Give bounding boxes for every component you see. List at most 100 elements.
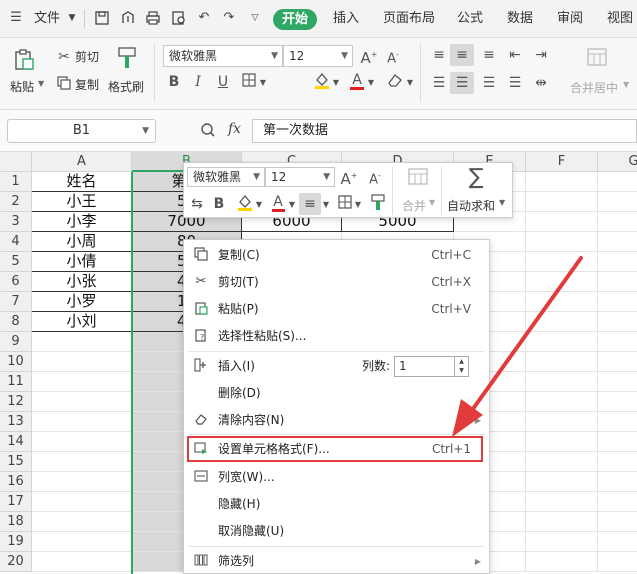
row-header[interactable]: 7 — [0, 292, 32, 312]
menu-item-paste-special[interactable]: ? 选择性粘贴(S)... — [184, 323, 489, 350]
scissors-icon[interactable]: ✂ — [56, 48, 72, 65]
menu-item-insert[interactable]: 插入(I) 列数: 1 ▲ ▼ — [184, 353, 489, 380]
menu-item-clear[interactable]: 清除内容(N) ▶ — [184, 407, 489, 434]
cell-a3[interactable]: 小李 — [32, 212, 132, 232]
cell-g15[interactable] — [598, 452, 637, 472]
cell-a4[interactable]: 小周 — [32, 232, 132, 252]
formula-input[interactable]: 第一次数据 — [252, 119, 637, 143]
select-all-corner[interactable] — [0, 152, 32, 172]
mini-font-color-chevron-icon[interactable]: ▼ — [287, 196, 297, 214]
row-header[interactable]: 12 — [0, 392, 32, 412]
row-header[interactable]: 17 — [0, 492, 32, 512]
cell-g11[interactable] — [598, 372, 637, 392]
mini-font-size-select[interactable]: 12 ▼ — [265, 167, 335, 187]
align-bottom-icon[interactable]: ≡ — [480, 46, 498, 64]
cell-g12[interactable] — [598, 392, 637, 412]
align-center-icon[interactable]: ☰ — [453, 74, 471, 92]
paste-icon[interactable] — [12, 48, 36, 72]
decrease-font-icon[interactable]: A- — [384, 46, 402, 68]
mini-format-painter-icon[interactable] — [369, 193, 387, 216]
row-header[interactable]: 14 — [0, 432, 32, 452]
cell-a7[interactable]: 小罗 — [32, 292, 132, 312]
column-header-g[interactable]: G — [598, 152, 637, 172]
cell-a14[interactable] — [32, 432, 132, 452]
justify-icon[interactable]: ☰ — [506, 74, 524, 92]
distributed-icon[interactable]: ⇹ — [532, 74, 550, 92]
export-icon[interactable] — [120, 10, 136, 26]
tab-insert[interactable]: 插入 — [333, 9, 359, 29]
quick-access-chevron-icon[interactable]: ▽ — [247, 10, 263, 26]
mini-merge-button[interactable]: 合并 — [402, 197, 426, 214]
align-middle-icon[interactable]: ≡ — [453, 46, 471, 64]
eraser-icon[interactable] — [386, 72, 404, 93]
cell-g7[interactable] — [598, 292, 637, 312]
mini-merge-chevron-icon[interactable]: ▼ — [429, 198, 435, 207]
mini-autosum-chevron-icon[interactable]: ▼ — [499, 198, 505, 207]
cell-a20[interactable] — [32, 552, 132, 572]
cell-f18[interactable] — [526, 512, 598, 532]
borders-chevron-icon[interactable]: ▼ — [258, 74, 268, 92]
paste-button[interactable]: 粘贴 — [10, 78, 34, 95]
tab-home[interactable]: 开始 — [273, 9, 317, 30]
file-menu[interactable]: 文件 — [34, 9, 60, 29]
spinner-icon[interactable]: ▲ ▼ — [454, 357, 468, 376]
cell-f7[interactable] — [526, 292, 598, 312]
mini-borders-chevron-icon[interactable]: ▼ — [353, 196, 363, 214]
tab-formulas[interactable]: 公式 — [457, 9, 483, 29]
merge-center-icon[interactable] — [586, 46, 608, 68]
cell-f20[interactable] — [526, 552, 598, 572]
menu-item-column-width[interactable]: 列宽(W)... — [184, 464, 489, 491]
mini-borders-icon[interactable] — [337, 195, 353, 214]
column-count-input[interactable]: 1 ▲ ▼ — [394, 356, 469, 377]
cell-g6[interactable] — [598, 272, 637, 292]
cell-g13[interactable] — [598, 412, 637, 432]
cell-a2[interactable]: 小王 — [32, 192, 132, 212]
merge-center-button[interactable]: 合并居中 — [570, 79, 618, 96]
menu-item-paste[interactable]: 粘贴(P) Ctrl+V — [184, 296, 489, 323]
cell-a5[interactable]: 小倩 — [32, 252, 132, 272]
cell-f19[interactable] — [526, 532, 598, 552]
cell-f12[interactable] — [526, 392, 598, 412]
mini-font-name-select[interactable]: 微软雅黑 ▼ — [187, 167, 265, 187]
align-left-icon[interactable]: ☰ — [430, 74, 448, 92]
fill-color-icon[interactable] — [313, 71, 331, 94]
fx-icon[interactable]: fx — [228, 121, 241, 137]
column-header-f[interactable]: F — [526, 152, 598, 172]
cell-g18[interactable] — [598, 512, 637, 532]
cell-g8[interactable] — [598, 312, 637, 332]
increase-font-icon[interactable]: A+ — [360, 46, 378, 67]
cell-a10[interactable] — [32, 352, 132, 372]
row-header[interactable]: 15 — [0, 452, 32, 472]
format-painter-icon[interactable] — [116, 46, 138, 70]
cell-f10[interactable] — [526, 352, 598, 372]
row-header[interactable]: 11 — [0, 372, 32, 392]
menu-item-copy[interactable]: 复制(C) Ctrl+C — [184, 242, 489, 269]
paste-chevron-icon[interactable]: ▼ — [38, 79, 44, 88]
mini-autosum-button[interactable]: 自动求和 — [447, 197, 495, 214]
cell-g4[interactable] — [598, 232, 637, 252]
cell-f4[interactable] — [526, 232, 598, 252]
cell-a15[interactable] — [32, 452, 132, 472]
mini-decrease-font-icon[interactable]: A- — [366, 167, 384, 189]
cell-g2[interactable] — [598, 192, 637, 212]
cell-f2[interactable] — [526, 192, 598, 212]
cell-f11[interactable] — [526, 372, 598, 392]
menu-item-hide[interactable]: 隐藏(H) — [184, 491, 489, 518]
row-header[interactable]: 19 — [0, 532, 32, 552]
cell-g10[interactable] — [598, 352, 637, 372]
tab-view[interactable]: 视图 — [607, 9, 633, 29]
name-box[interactable]: B1 ▼ — [7, 119, 156, 143]
row-header[interactable]: 6 — [0, 272, 32, 292]
cell-f5[interactable] — [526, 252, 598, 272]
cell-a17[interactable] — [32, 492, 132, 512]
underline-icon[interactable]: U — [215, 73, 231, 91]
row-header[interactable]: 3 — [0, 212, 32, 232]
cell-f9[interactable] — [526, 332, 598, 352]
cell-f13[interactable] — [526, 412, 598, 432]
cell-a19[interactable] — [32, 532, 132, 552]
font-name-select[interactable]: 微软雅黑 ▼ — [163, 45, 283, 67]
fill-color-chevron-icon[interactable]: ▼ — [331, 74, 341, 92]
cell-g19[interactable] — [598, 532, 637, 552]
cell-a6[interactable]: 小张 — [32, 272, 132, 292]
hamburger-icon[interactable]: ☰ — [8, 10, 24, 26]
